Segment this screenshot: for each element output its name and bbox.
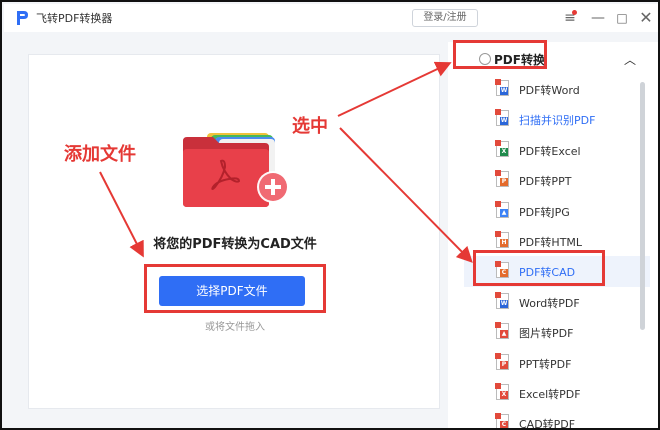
- minimize-icon[interactable]: —: [588, 8, 608, 28]
- sidebar-item[interactable]: W Word转PDF: [464, 287, 650, 317]
- file-type-icon: H: [495, 230, 509, 248]
- pdf-mark-icon: [495, 200, 501, 207]
- maximize-icon[interactable]: □: [612, 8, 632, 28]
- file-badge-icon: W: [500, 117, 508, 126]
- sidebar-item-label: Excel转PDF: [519, 387, 581, 401]
- pdf-mark-icon: [495, 109, 501, 116]
- file-badge-icon: X: [500, 147, 508, 156]
- drop-title: 将您的PDF转换为CAD文件: [153, 237, 317, 252]
- file-type-icon: P: [495, 170, 509, 188]
- pdf-mark-icon: [495, 291, 501, 298]
- pdf-mark-icon: [495, 170, 501, 177]
- chevron-up-icon[interactable]: ︿: [624, 51, 636, 68]
- sidebar-item-label: PDF转Excel: [519, 144, 581, 158]
- title-bar: 飞转PDF转换器 登录/注册 ≡ — □ ✕: [4, 4, 658, 32]
- annotation-select: 选中: [292, 116, 328, 137]
- file-type-icon: ▲: [495, 200, 509, 218]
- file-badge-icon: H: [500, 238, 508, 247]
- app-title: 飞转PDF转换器: [36, 12, 113, 25]
- sidebar-item[interactable]: W PDF转Word: [464, 74, 650, 104]
- file-badge-icon: W: [500, 87, 508, 95]
- file-type-icon: C: [495, 413, 509, 429]
- login-button[interactable]: 登录/注册: [412, 9, 478, 27]
- app-logo-icon: [17, 11, 28, 25]
- pdf-mark-icon: [495, 230, 501, 237]
- sidebar-item-label: PDF转HTML: [519, 235, 583, 249]
- annotation-add-file: 添加文件: [64, 144, 136, 165]
- annotation-box-select-button: [144, 264, 326, 313]
- pdf-mark-icon: [495, 352, 501, 359]
- file-badge-icon: W: [500, 299, 508, 308]
- pdf-mark-icon: [495, 139, 501, 146]
- file-type-icon: W: [495, 79, 509, 96]
- file-badge-icon: X: [500, 390, 508, 399]
- menu-icon[interactable]: ≡: [560, 8, 580, 28]
- pdf-mark-icon: [495, 79, 501, 85]
- file-badge-icon: ▲: [500, 208, 508, 217]
- file-badge-icon: P: [500, 178, 508, 187]
- sidebar-item-label: Word转PDF: [519, 296, 580, 310]
- sidebar-item-label: PPT转PDF: [519, 357, 572, 371]
- sidebar-item[interactable]: P PDF转PPT: [464, 165, 650, 195]
- app-window: 飞转PDF转换器 登录/注册 ≡ — □ ✕ 将您的PDF转换为CAD文件 选择…: [0, 0, 660, 430]
- file-badge-icon: ▲: [500, 330, 508, 339]
- scrollbar-thumb[interactable]: [640, 82, 645, 330]
- sidebar-item-label: CAD转PDF: [519, 418, 576, 430]
- file-badge-icon: P: [500, 360, 508, 369]
- file-type-icon: ▲: [495, 322, 509, 340]
- sidebar-item[interactable]: P PPT转PDF: [464, 348, 650, 378]
- file-badge-icon: C: [500, 421, 508, 429]
- close-icon[interactable]: ✕: [636, 8, 656, 28]
- sidebar-item[interactable]: W 扫描并识别PDF: [464, 104, 650, 134]
- sidebar: PDF转换 ︿ W PDF转Word W 扫描并识别PDF X PDF转Excel P PDF…: [448, 42, 658, 430]
- sidebar-item[interactable]: ▲ PDF转JPG: [464, 196, 650, 226]
- pdf-folder-icon: [181, 131, 291, 211]
- sidebar-item-label: PDF转JPG: [519, 205, 570, 219]
- annotation-box-pdf-to-cad: [473, 250, 605, 286]
- annotation-box-pdf-convert: [453, 40, 547, 69]
- sidebar-item-label: PDF转Word: [519, 84, 580, 97]
- sidebar-item[interactable]: X Excel转PDF: [464, 378, 650, 408]
- sidebar-item-label: PDF转PPT: [519, 175, 572, 189]
- notification-dot: [572, 10, 577, 15]
- pdf-mark-icon: [495, 413, 501, 420]
- sidebar-item[interactable]: X PDF转Excel: [464, 135, 650, 165]
- pdf-mark-icon: [495, 382, 501, 389]
- pdf-mark-icon: [495, 322, 501, 329]
- file-type-icon: X: [495, 382, 509, 400]
- sidebar-item-label: 图片转PDF: [519, 327, 574, 341]
- file-drop-area[interactable]: 将您的PDF转换为CAD文件 选择PDF文件 或将文件拖入: [28, 54, 440, 409]
- file-type-icon: W: [495, 109, 509, 127]
- file-type-icon: X: [495, 139, 509, 157]
- file-type-icon: W: [495, 291, 509, 309]
- sidebar-item[interactable]: ▲ 图片转PDF: [464, 317, 650, 347]
- file-type-icon: P: [495, 352, 509, 370]
- drag-hint: 或将文件拖入: [205, 322, 265, 333]
- sidebar-item-label: 扫描并识别PDF: [519, 114, 596, 128]
- sidebar-item[interactable]: C CAD转PDF: [464, 408, 650, 430]
